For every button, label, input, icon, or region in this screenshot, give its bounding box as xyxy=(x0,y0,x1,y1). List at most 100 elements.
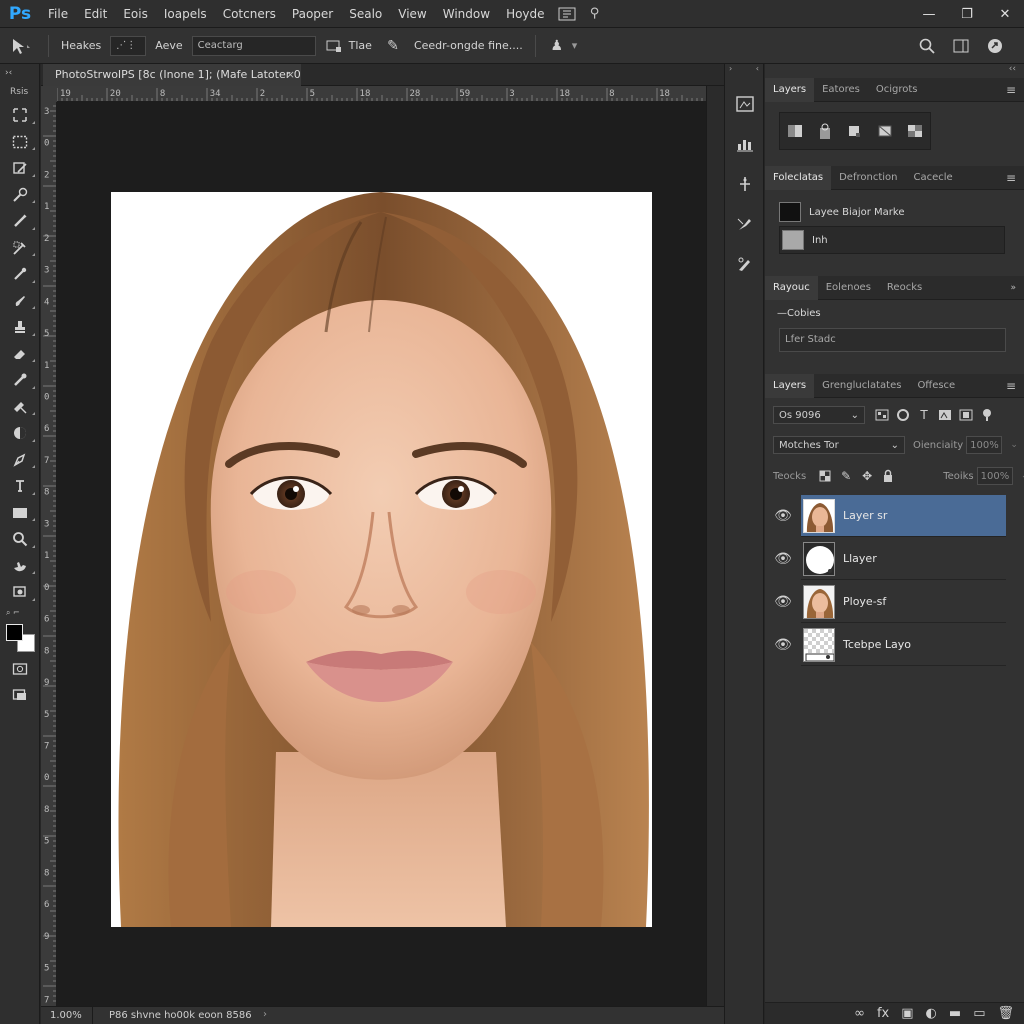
filter-smart-object-icon[interactable] xyxy=(957,406,975,424)
hand-tool-icon[interactable] xyxy=(0,553,40,580)
lock-transparency-icon[interactable] xyxy=(816,467,834,485)
menu-sealo[interactable]: Sealo xyxy=(341,0,390,28)
tab-rayouc[interactable]: Rayouc xyxy=(765,275,818,300)
vertical-ruler[interactable]: 3 0 2 1 2 3 4 5 1 0 6 7 8 3 1 0 6 8 9 5 7 0 8 5 8 6 9 5 7 xyxy=(41,86,57,1006)
stamp-dropdown[interactable]: ▾ xyxy=(572,39,578,52)
visibility-eye-icon[interactable]: 👁 xyxy=(765,623,801,666)
menu-window[interactable]: Window xyxy=(435,0,498,28)
menu-paoper[interactable]: Paoper xyxy=(284,0,341,28)
dodge-tool-icon[interactable] xyxy=(0,420,40,447)
properties-row-ink[interactable]: Inh xyxy=(779,226,1005,254)
canvas-vertical-scrollbar[interactable] xyxy=(706,86,724,1006)
move-tool-icon[interactable] xyxy=(0,31,42,61)
opacity-chevron-icon[interactable]: ⌄ xyxy=(1005,436,1023,454)
style-field[interactable]: Lfer Stadc xyxy=(779,328,1006,352)
horizontal-ruler[interactable]: 19 20 8 34 2 5 18 28 59 3 18 8 18 xyxy=(57,86,706,102)
layer-row[interactable]: 👁 Ploye-sf xyxy=(765,580,1006,623)
brush-option-icon[interactable]: ✎ xyxy=(378,31,408,61)
mode-label[interactable]: Aeve xyxy=(149,39,188,52)
marquee-tool-icon[interactable] xyxy=(0,129,40,156)
photoshop-logo[interactable]: Ps xyxy=(0,0,40,28)
menu-cotcners[interactable]: Cotcners xyxy=(215,0,284,28)
workspace-icon[interactable] xyxy=(553,0,581,28)
filter-adjustment-icon[interactable] xyxy=(894,406,912,424)
tab-defronction[interactable]: Defronction xyxy=(831,166,905,190)
opacity-field[interactable]: 100% xyxy=(966,436,1003,454)
link-layers-icon[interactable]: ∞ xyxy=(854,1006,865,1021)
search-small-icon[interactable]: ⚲ xyxy=(581,0,609,28)
blur-tool-icon[interactable] xyxy=(0,394,40,421)
visibility-eye-icon[interactable]: 👁 xyxy=(765,580,801,623)
blend-mode-select[interactable]: Motches Tor ⌄ xyxy=(773,436,905,454)
layer-row[interactable]: 👁 Tcebpe Layo xyxy=(765,623,1006,666)
dock-collapse-icon[interactable]: ‹‹ xyxy=(1009,64,1016,74)
preset-picker[interactable]: ⋰⋮ xyxy=(110,35,147,56)
filter-shape-icon[interactable] xyxy=(936,406,954,424)
default-colors-icon[interactable]: ⌕ ⌐ xyxy=(0,606,39,620)
histogram-panel-icon[interactable] xyxy=(725,124,765,164)
rectangle-tool-icon[interactable] xyxy=(0,500,40,527)
layers-panel-menu-icon[interactable]: ≡ xyxy=(1006,374,1016,398)
crop-tool-icon[interactable] xyxy=(0,208,40,235)
brush-settings-icon[interactable] xyxy=(725,204,765,244)
exposure-adjust-icon[interactable] xyxy=(874,120,896,142)
tab-cacecle[interactable]: Cacecle xyxy=(905,166,960,190)
new-layer-icon[interactable]: ▭ xyxy=(973,1006,985,1021)
foreground-color-swatch[interactable] xyxy=(6,623,23,641)
menu-hoyde[interactable]: Hoyde xyxy=(498,0,552,28)
pen-tool-icon[interactable] xyxy=(0,447,40,474)
menu-file[interactable]: File xyxy=(40,0,76,28)
tab-reocks[interactable]: Reocks xyxy=(879,276,930,300)
tab-layers-1[interactable]: Layers xyxy=(765,77,815,102)
filter-type-icon[interactable]: T xyxy=(915,406,933,424)
status-menu-arrow[interactable]: › xyxy=(263,1009,267,1020)
type-tool-icon[interactable] xyxy=(0,473,40,500)
eyedropper-tool-icon[interactable] xyxy=(0,261,40,288)
menu-eois[interactable]: Eois xyxy=(115,0,156,28)
lock-pixels-icon[interactable]: ✎ xyxy=(837,467,855,485)
layer-row[interactable]: 👁 Layer sr xyxy=(765,494,1006,537)
workspace-switcher-icon[interactable] xyxy=(946,31,976,61)
tab-eolenoes[interactable]: Eolenoes xyxy=(818,276,879,300)
menu-ioapels[interactable]: Ioapels xyxy=(156,0,215,28)
info-panel-icon[interactable] xyxy=(725,164,765,204)
restore-button[interactable]: ❐ xyxy=(948,0,986,28)
lock-all-icon[interactable] xyxy=(879,467,897,485)
lasso-tool-icon[interactable] xyxy=(0,155,40,182)
tab-eatores[interactable]: Eatores xyxy=(814,78,868,102)
tab-ocigrots[interactable]: Ocigrots xyxy=(868,78,926,102)
properties-row-mask[interactable]: Layee Biajor Marke xyxy=(779,198,1005,226)
artboard-tool-icon[interactable] xyxy=(0,102,40,129)
tab-grengluclatates[interactable]: Grengluclatates xyxy=(814,374,909,398)
levels-adjust-icon[interactable] xyxy=(814,120,836,142)
filter-toggle-icon[interactable] xyxy=(978,406,996,424)
vibrance-adjust-icon[interactable] xyxy=(904,120,926,142)
style-text[interactable]: Ceedr-ongde fine.... xyxy=(408,39,529,52)
new-adjustment-icon[interactable]: ◐ xyxy=(926,1006,937,1021)
layer-row[interactable]: 👁 Llayer xyxy=(765,537,1006,580)
quick-mask-icon[interactable] xyxy=(0,656,40,683)
tab-foleclatas[interactable]: Foleclatas xyxy=(765,165,832,190)
navigator-panel-icon[interactable] xyxy=(725,84,765,124)
menu-view[interactable]: View xyxy=(390,0,434,28)
gradient-tool-icon[interactable] xyxy=(0,367,40,394)
frame-tool-icon[interactable] xyxy=(0,235,40,262)
curves-adjust-icon[interactable] xyxy=(844,120,866,142)
zoom-tool-icon[interactable] xyxy=(0,526,40,553)
brightness-adjust-icon[interactable] xyxy=(784,120,806,142)
tab-offesce[interactable]: Offesce xyxy=(909,374,963,398)
portrait-photo[interactable] xyxy=(111,192,652,927)
stamp-icon[interactable]: ♟ xyxy=(542,31,572,61)
quick-selection-tool-icon[interactable] xyxy=(0,182,40,209)
ruler-origin[interactable] xyxy=(41,86,57,102)
visibility-eye-icon[interactable]: 👁 xyxy=(765,494,801,537)
tab-layers[interactable]: Layers xyxy=(765,373,815,398)
eraser-tool-icon[interactable] xyxy=(0,341,40,368)
layer-style-icon[interactable]: fx xyxy=(877,1006,889,1021)
rotate-view-tool-icon[interactable] xyxy=(0,579,40,606)
layer-kind-filter[interactable]: Os 9096 ⌄ xyxy=(773,406,865,424)
search-icon[interactable] xyxy=(912,31,942,61)
screen-mode-icon[interactable] xyxy=(0,682,40,709)
document-tab[interactable]: PhotoStrwoIPS [8c (Inone 1]; (Mafe Latot… xyxy=(43,64,301,86)
clone-source-icon[interactable] xyxy=(725,244,765,284)
